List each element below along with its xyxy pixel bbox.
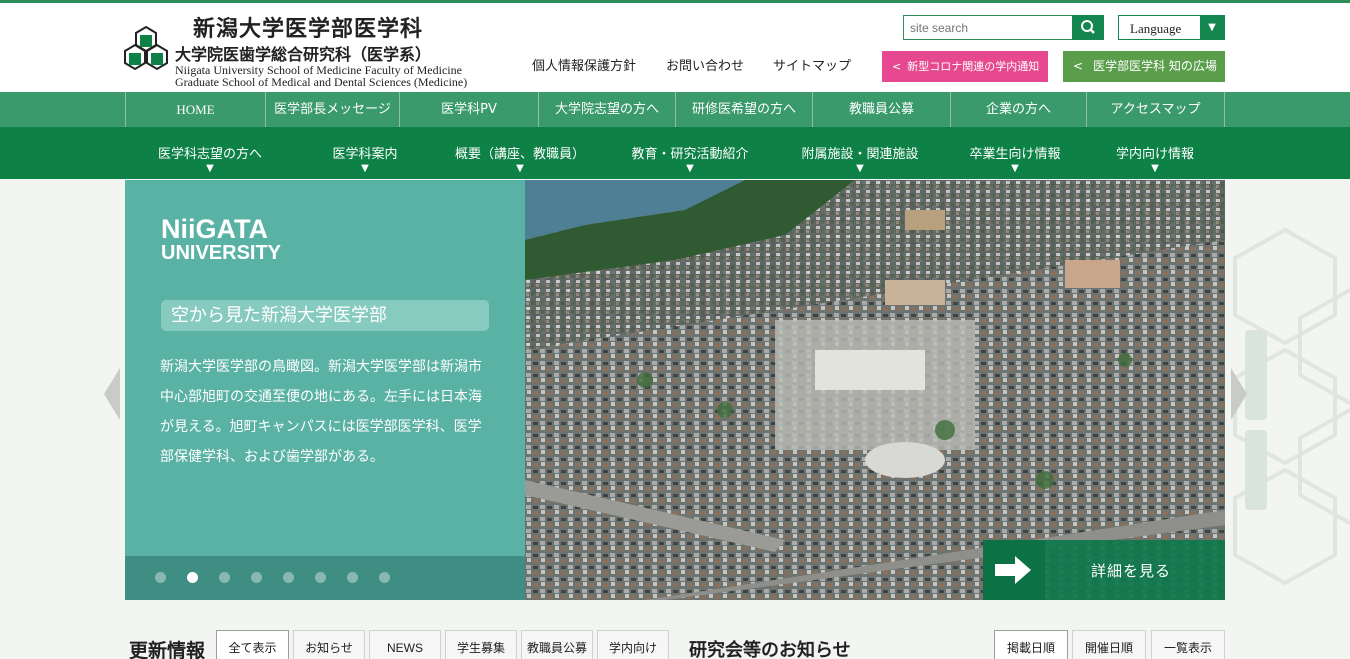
contact-link[interactable]: お問い合わせ	[666, 55, 744, 74]
view-details-button[interactable]: 詳細を見る	[983, 540, 1225, 600]
slide-indicator-bar	[125, 556, 525, 600]
nav-dean-message[interactable]: 医学部長メッセージ	[265, 92, 399, 127]
primary-nav: HOME 医学部長メッセージ 医学科PV 大学院志望の方へ 研修医希望の方へ 教…	[0, 92, 1350, 127]
news-section-title: 更新情報	[129, 640, 206, 659]
chevron-down-icon: ▼	[361, 163, 369, 174]
nav-residency-applicants[interactable]: 研修医希望の方へ	[675, 92, 812, 127]
chevron-left-icon: <	[892, 60, 902, 73]
corona-notice-label: 新型コロナ関連の学内通知	[907, 60, 1040, 73]
search-input[interactable]	[904, 16, 1072, 39]
slide-dot[interactable]	[187, 572, 198, 583]
slide-description: 新潟大学医学部の鳥瞰図。新潟大学医学部は新潟市中心部旭町の交通至便の地にある。左…	[160, 359, 482, 465]
english-title-line-2: Graduate School of Medical and Dental Sc…	[175, 75, 468, 89]
site-header: 新潟大学医学部医学科 大学院医歯学総合研究科（医学系） Niigata Univ…	[0, 3, 1350, 92]
nav-label: 医学科志望の方へ	[157, 147, 262, 162]
chevron-down-icon: ▼	[1151, 163, 1159, 174]
slide-dot[interactable]	[283, 572, 294, 583]
news-tab-admissions[interactable]: 学生募集	[445, 630, 517, 659]
seminar-tab-event-date[interactable]: 開催日順	[1072, 630, 1146, 659]
nav-access-map[interactable]: アクセスマップ	[1086, 92, 1225, 127]
nav-label: 概要（講座、教職員）	[454, 147, 585, 162]
chevron-down-icon: ▼	[856, 163, 864, 174]
nav-prospective-students[interactable]: 医学科志望の方へ ▼	[140, 127, 280, 179]
seminar-tab-post-date[interactable]: 掲載日順	[994, 630, 1068, 659]
slide-dot[interactable]	[347, 572, 358, 583]
chevron-down-icon: ▼	[516, 163, 524, 174]
nav-graduate-applicants[interactable]: 大学院志望の方へ	[538, 92, 675, 127]
nav-home[interactable]: HOME	[125, 92, 265, 127]
chevron-down-icon: ▼	[1200, 16, 1224, 39]
corona-notice-button[interactable]: < 新型コロナ関連の学内通知	[882, 51, 1048, 82]
nav-faculty-recruitment[interactable]: 教職員公募	[812, 92, 950, 127]
logo-line-1: NiiGATA	[161, 214, 268, 244]
news-tab-all[interactable]: 全て表示	[216, 630, 289, 659]
slide-title: 空から見た新潟大学医学部	[161, 300, 489, 331]
knowledge-plaza-label: 医学部医学科 知の広場	[1093, 59, 1217, 73]
search-icon	[1081, 20, 1095, 34]
privacy-policy-link[interactable]: 個人情報保護方針	[532, 55, 636, 74]
nav-label: 学内向け情報	[1115, 147, 1194, 162]
site-title[interactable]: 新潟大学医学部医学科	[193, 11, 423, 43]
slide-dot[interactable]	[155, 572, 166, 583]
nav-alumni-info[interactable]: 卒業生向け情報 ▼	[955, 127, 1075, 179]
search-field-wrapper	[903, 15, 1073, 40]
slide-dot[interactable]	[219, 572, 230, 583]
nav-label: 医学科案内	[332, 147, 398, 162]
nav-department-guide[interactable]: 医学科案内 ▼	[305, 127, 425, 179]
nav-label: 教育・研究活動紹介	[631, 147, 749, 162]
nav-education-research[interactable]: 教育・研究活動紹介 ▼	[615, 127, 765, 179]
chevron-left-icon: <	[1073, 59, 1084, 73]
hero-aerial-photo	[525, 180, 1225, 600]
secondary-nav: 医学科志望の方へ ▼ 医学科案内 ▼ 概要（講座、教職員） ▼ 教育・研究活動紹介 ▼ …	[0, 127, 1350, 179]
nav-for-companies[interactable]: 企業の方へ	[950, 92, 1086, 127]
nav-pv[interactable]: 医学科PV	[399, 92, 538, 127]
hero-info-panel: NiiGATA UNIVERSITY 空から見た新潟大学医学部 新潟大学医学部の…	[125, 180, 525, 600]
niigata-university-logo[interactable]: NiiGATA UNIVERSITY	[161, 214, 282, 264]
nav-label: 卒業生向け情報	[969, 147, 1061, 162]
arrow-right-icon	[983, 540, 1045, 600]
chevron-down-icon: ▼	[686, 163, 694, 174]
carousel-next-arrow-icon[interactable]	[1229, 368, 1249, 420]
university-emblem-icon[interactable]	[123, 25, 169, 73]
news-tab-internal[interactable]: 学内向け	[597, 630, 669, 659]
seminar-section-title: 研究会等のお知らせ	[689, 640, 851, 659]
view-details-label: 詳細を見る	[1091, 562, 1172, 580]
nav-affiliated-facilities[interactable]: 附属施設・関連施設 ▼	[785, 127, 935, 179]
language-select[interactable]: Language ▼	[1118, 15, 1225, 40]
logo-line-2: UNIVERSITY	[161, 242, 282, 264]
aerial-photo-image	[525, 180, 1225, 600]
news-tab-notices[interactable]: お知らせ	[293, 630, 365, 659]
nav-internal-info[interactable]: 学内向け情報 ▼	[1095, 127, 1215, 179]
chevron-down-icon: ▼	[1011, 163, 1019, 174]
news-tab-news[interactable]: NEWS	[369, 630, 441, 659]
nav-label: 附属施設・関連施設	[801, 147, 919, 162]
chevron-down-icon: ▼	[206, 163, 214, 174]
seminar-tab-list-view[interactable]: 一覧表示	[1151, 630, 1225, 659]
search-button[interactable]	[1072, 15, 1104, 40]
language-label: Language	[1130, 21, 1182, 36]
slide-dot[interactable]	[251, 572, 262, 583]
knowledge-plaza-button[interactable]: < 医学部医学科 知の広場	[1063, 51, 1225, 82]
nav-overview[interactable]: 概要（講座、教職員） ▼	[440, 127, 600, 179]
news-tab-recruitment[interactable]: 教職員公募	[521, 630, 593, 659]
slide-dot[interactable]	[315, 572, 326, 583]
slide-dot[interactable]	[379, 572, 390, 583]
carousel-prev-arrow-icon[interactable]	[102, 368, 122, 420]
graduate-school-title: 大学院医歯学総合研究科（医学系）	[175, 45, 432, 64]
sitemap-link[interactable]: サイトマップ	[773, 55, 851, 74]
